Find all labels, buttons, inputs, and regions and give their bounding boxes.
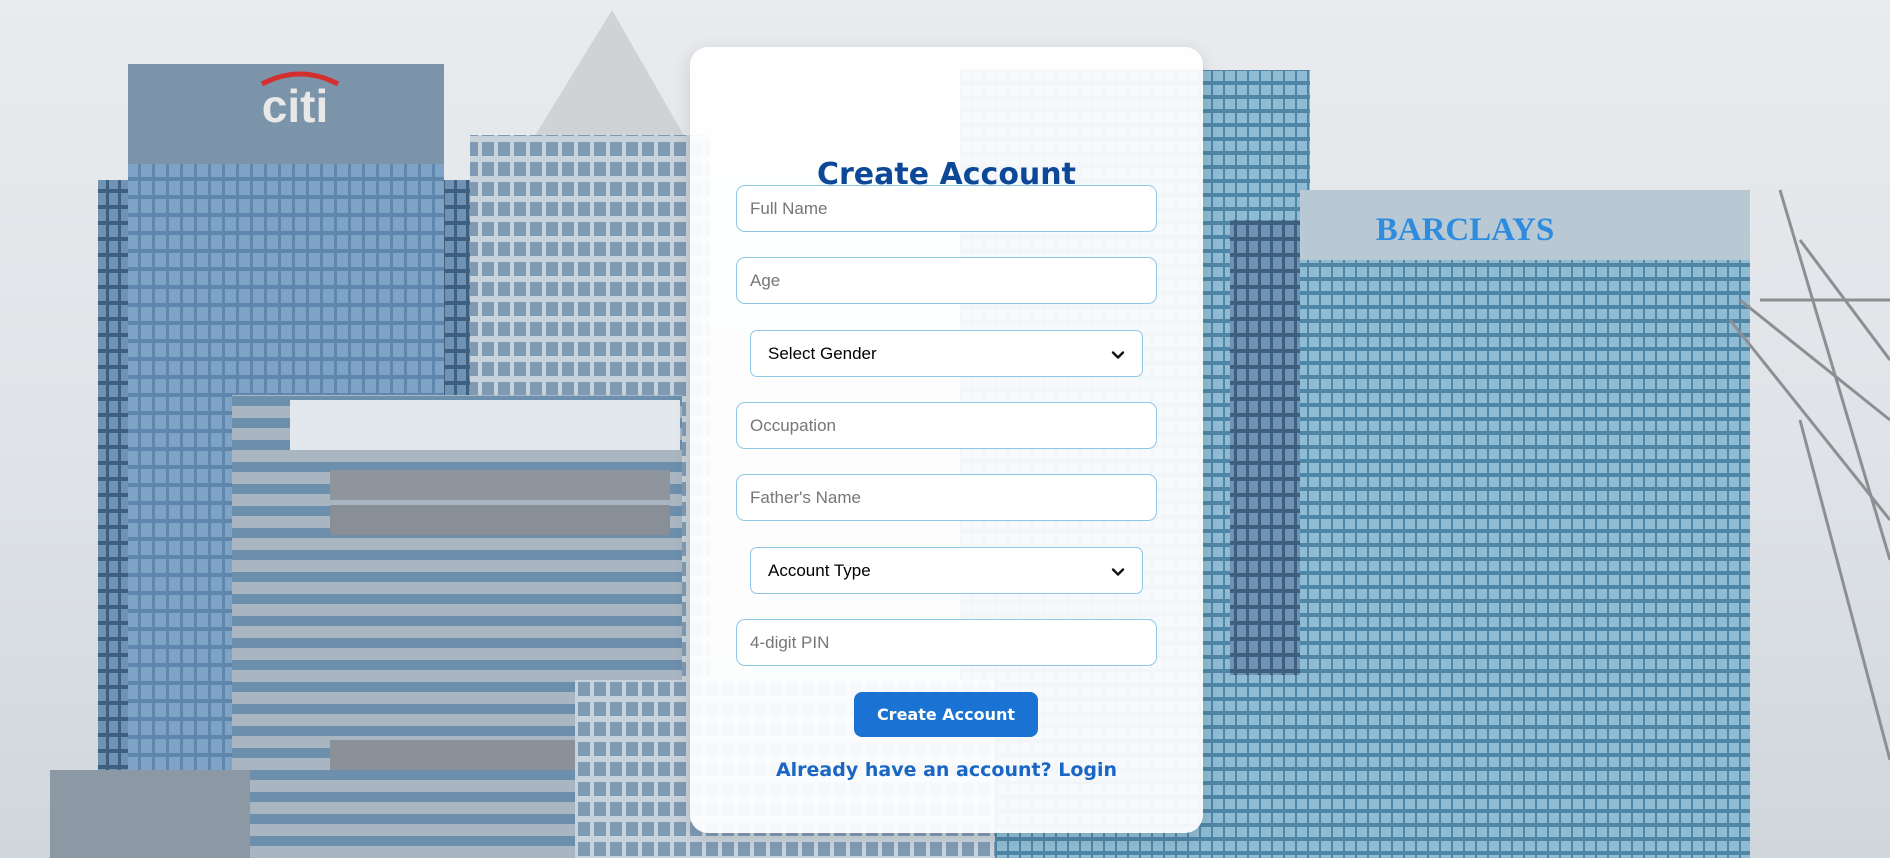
create-account-button[interactable]: Create Account <box>854 692 1038 737</box>
full-name-input[interactable] <box>736 185 1157 232</box>
pin-input[interactable] <box>736 619 1157 666</box>
chevron-down-icon <box>1111 564 1125 578</box>
age-input[interactable] <box>736 257 1157 304</box>
svg-text:citi: citi <box>262 80 328 132</box>
account-type-select-value: Account Type <box>768 560 871 580</box>
svg-text:BARCLAYS: BARCLAYS <box>1376 212 1555 248</box>
chevron-down-icon <box>1111 347 1125 361</box>
gender-select[interactable]: Select Gender <box>750 330 1143 377</box>
create-account-card: Create Account Select Gender Account Typ… <box>690 47 1203 833</box>
account-type-select[interactable]: Account Type <box>750 547 1143 594</box>
occupation-input[interactable] <box>736 402 1157 449</box>
gender-select-value: Select Gender <box>768 343 877 363</box>
login-link[interactable]: Already have an account? Login <box>690 759 1203 781</box>
fathers-name-input[interactable] <box>736 474 1157 521</box>
